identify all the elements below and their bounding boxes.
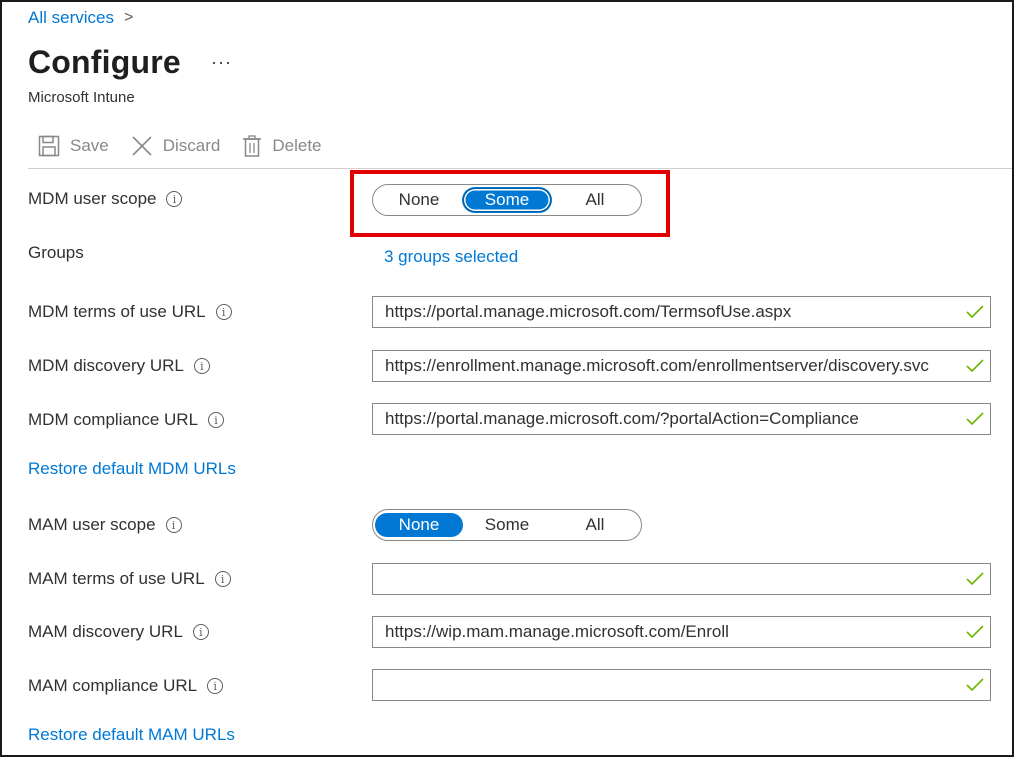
mam-discovery-url-value: https://wip.mam.manage.microsoft.com/Enr… — [385, 622, 729, 641]
save-icon — [38, 135, 60, 157]
breadcrumb: All services > — [28, 8, 133, 28]
command-bar: Save Discard Delete — [38, 131, 344, 161]
mam-terms-text: MAM terms of use URL — [28, 569, 205, 588]
toolbar-divider — [28, 168, 1012, 169]
groups-selected-link[interactable]: 3 groups selected — [384, 247, 518, 267]
info-icon[interactable]: i — [207, 678, 224, 694]
page-subtitle: Microsoft Intune — [28, 89, 135, 106]
mam-terms-url-input[interactable] — [372, 563, 991, 595]
checkmark-icon — [966, 359, 984, 373]
checkmark-icon — [966, 678, 984, 692]
groups-text: Groups — [28, 243, 84, 262]
info-icon[interactable]: i — [193, 358, 210, 374]
discard-button[interactable]: Discard — [131, 135, 221, 157]
mdm-user-scope-label: MDM user scope i — [28, 189, 183, 209]
mdm-user-scope-text: MDM user scope — [28, 189, 157, 208]
info-icon[interactable]: i — [192, 624, 209, 640]
info-icon[interactable]: i — [165, 517, 182, 533]
delete-button[interactable]: Delete — [242, 135, 322, 157]
mam-discovery-label: MAM discovery URL i — [28, 622, 209, 642]
mam-scope-some[interactable]: Some — [463, 513, 551, 537]
mdm-discovery-label: MDM discovery URL i — [28, 356, 210, 376]
mam-compliance-url-input[interactable] — [372, 669, 991, 701]
mam-discovery-text: MAM discovery URL — [28, 622, 183, 641]
mdm-discovery-url-input[interactable]: https://enrollment.manage.microsoft.com/… — [372, 350, 991, 382]
mam-user-scope-toggle: None Some All — [372, 509, 642, 541]
more-options-button[interactable]: ··· — [211, 52, 232, 73]
mdm-terms-url-value: https://portal.manage.microsoft.com/Term… — [385, 302, 792, 321]
checkmark-icon — [966, 412, 984, 426]
mdm-discovery-text: MDM discovery URL — [28, 356, 184, 375]
mdm-compliance-url-value: https://portal.manage.microsoft.com/?por… — [385, 409, 859, 428]
info-icon[interactable]: i — [214, 571, 231, 587]
page-title: Configure — [28, 44, 181, 80]
delete-icon — [243, 135, 262, 157]
discard-icon — [132, 136, 152, 156]
mam-compliance-label: MAM compliance URL i — [28, 676, 224, 696]
save-button[interactable]: Save — [38, 135, 109, 157]
groups-label: Groups — [28, 243, 84, 263]
restore-mam-urls-link[interactable]: Restore default MAM URLs — [28, 725, 235, 745]
discard-label: Discard — [162, 136, 221, 155]
delete-label: Delete — [272, 136, 322, 155]
mdm-compliance-text: MDM compliance URL — [28, 410, 199, 429]
info-icon[interactable]: i — [208, 412, 225, 428]
highlight-box — [350, 170, 670, 237]
chevron-right-icon: > — [123, 9, 134, 26]
mam-scope-all[interactable]: All — [551, 513, 639, 537]
mam-scope-none[interactable]: None — [375, 513, 463, 537]
mam-user-scope-text: MAM user scope — [28, 515, 156, 534]
checkmark-icon — [966, 305, 984, 319]
mam-user-scope-label: MAM user scope i — [28, 515, 182, 535]
info-icon[interactable]: i — [215, 304, 232, 320]
mdm-terms-label: MDM terms of use URL i — [28, 302, 232, 322]
restore-mdm-urls-link[interactable]: Restore default MDM URLs — [28, 459, 236, 479]
mam-compliance-text: MAM compliance URL — [28, 676, 198, 695]
breadcrumb-all-services[interactable]: All services — [28, 8, 114, 28]
mdm-discovery-url-value: https://enrollment.manage.microsoft.com/… — [385, 356, 929, 375]
info-icon[interactable]: i — [166, 191, 183, 207]
mdm-compliance-label: MDM compliance URL i — [28, 410, 225, 430]
mdm-compliance-url-input[interactable]: https://portal.manage.microsoft.com/?por… — [372, 403, 991, 435]
save-label: Save — [70, 136, 109, 155]
mam-terms-label: MAM terms of use URL i — [28, 569, 231, 589]
mam-discovery-url-input[interactable]: https://wip.mam.manage.microsoft.com/Enr… — [372, 616, 991, 648]
mdm-terms-text: MDM terms of use URL — [28, 302, 206, 321]
checkmark-icon — [966, 625, 984, 639]
mdm-terms-url-input[interactable]: https://portal.manage.microsoft.com/Term… — [372, 296, 991, 328]
checkmark-icon — [966, 572, 984, 586]
